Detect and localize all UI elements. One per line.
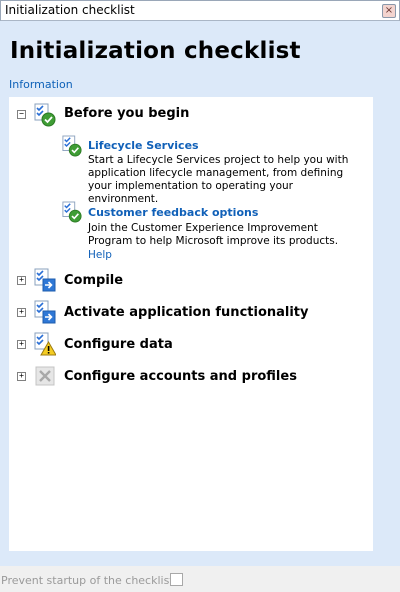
window-titlebar: Initialization checklist × [0,0,400,21]
footer-bar: Prevent startup of the checklist: [0,566,400,592]
expand-toggle-activate-functionality[interactable]: + [17,308,26,317]
item-description-lifecycle-services: Start a Lifecycle Services project to he… [88,154,349,205]
help-link[interactable]: Help [88,249,112,261]
group-label-activate-functionality[interactable]: Activate application functionality [64,305,309,320]
page-title: Initialization checklist [10,38,301,64]
prevent-startup-label: Prevent startup of the checklist: [1,574,178,587]
group-label-configure-data[interactable]: Configure data [64,337,173,352]
group-label-compile[interactable]: Compile [64,273,123,288]
expand-toggle-configure-accounts[interactable]: + [17,372,26,381]
group-label-before-you-begin[interactable]: Before you begin [64,106,189,121]
checklist-complete-icon [62,201,82,223]
checklist-next-icon [34,268,56,292]
group-label-configure-accounts[interactable]: Configure accounts and profiles [64,369,297,384]
information-link[interactable]: Information [9,78,73,91]
checklist-next-icon [34,300,56,324]
close-button[interactable]: × [382,4,396,18]
expand-toggle-configure-data[interactable]: + [17,340,26,349]
checklist-warning-icon [34,332,56,356]
checklist-complete-icon [34,103,56,127]
checklist-panel: − Before you begin Lifecycle Services St… [9,97,373,551]
prevent-startup-checkbox[interactable] [170,573,183,586]
disabled-x-icon [35,366,55,386]
collapse-toggle-before-you-begin[interactable]: − [17,110,26,119]
item-title-lifecycle-services[interactable]: Lifecycle Services [88,139,199,152]
item-description-customer-feedback: Join the Customer Experience Improvement… [88,222,339,247]
expand-toggle-compile[interactable]: + [17,276,26,285]
checklist-complete-icon [62,135,82,157]
item-title-customer-feedback[interactable]: Customer feedback options [88,206,258,219]
window-title: Initialization checklist [5,3,135,17]
